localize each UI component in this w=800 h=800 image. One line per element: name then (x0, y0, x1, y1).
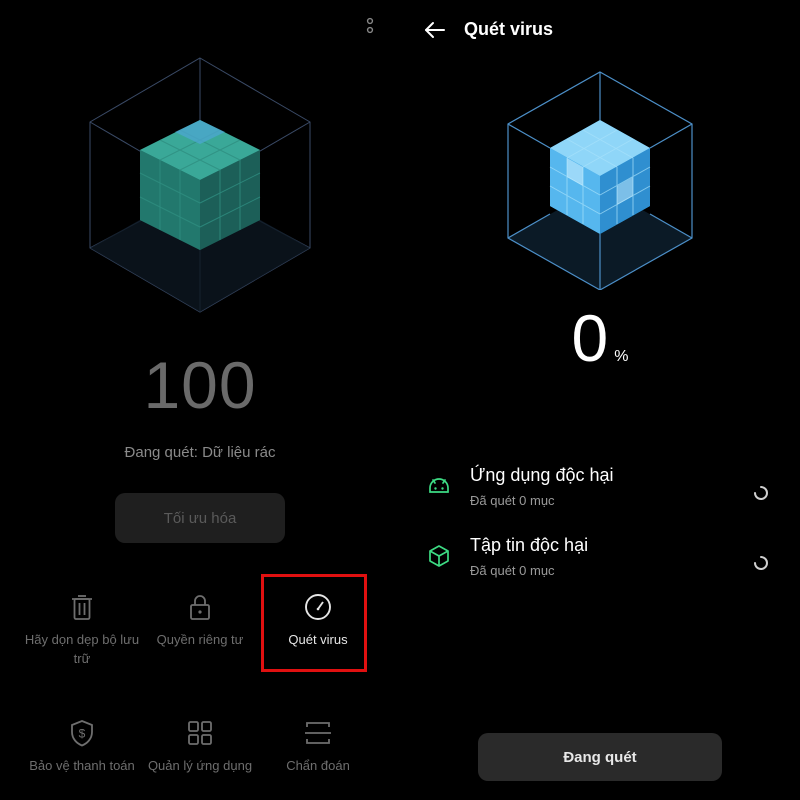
more-vertical-icon[interactable] (362, 16, 378, 38)
security-dashboard-screen: 100 Đang quét: Dữ liệu rác Tối ưu hóa Hã… (0, 0, 400, 800)
tool-privacy[interactable]: Quyền riêng tư (135, 592, 265, 649)
progress-unit: % (614, 348, 629, 365)
tool-clean-storage[interactable]: Hãy dọn dẹp bộ lưu trữ (17, 592, 147, 668)
scan-item-subtitle: Đã quét 0 mục (470, 563, 555, 578)
lock-icon (190, 595, 210, 620)
scan-item-title: Ứng dụng độc hại (470, 465, 614, 485)
virus-scan-screen: Quét virus 0% Ứng dụng độc hại Đã quét 0… (400, 0, 800, 800)
tool-label: Chẩn đoán (286, 758, 350, 773)
file-cube-icon (429, 545, 449, 567)
highlight-frame (261, 574, 367, 672)
scan-item-subtitle: Đã quét 0 mục (470, 493, 555, 508)
android-icon (429, 478, 449, 493)
tool-diagnose[interactable]: Chẩn đoán (253, 718, 383, 775)
tool-label: Quyền riêng tư (156, 632, 244, 647)
tool-label: Bảo vệ thanh toán (29, 758, 135, 773)
scanning-button[interactable]: Đang quét (478, 733, 722, 781)
tool-label: Hãy dọn dẹp bộ lưu trữ (24, 632, 140, 666)
trash-icon (72, 595, 92, 620)
apps-grid-icon (188, 721, 212, 745)
scan-progress: 0% (400, 300, 800, 376)
scan-item-malicious-files: Tập tin độc hại Đã quét 0 mục (426, 535, 786, 585)
back-arrow-icon[interactable] (424, 20, 446, 40)
scan-cube-graphic (507, 71, 693, 290)
optimize-button[interactable]: Tối ưu hóa (115, 493, 285, 543)
shield-dollar-icon: $ (71, 720, 93, 747)
progress-value: 0 (571, 301, 609, 375)
diagnose-icon (305, 722, 331, 744)
scan-status-text: Đang quét: Dữ liệu rác (124, 444, 276, 461)
page-title: Quét virus (464, 19, 554, 39)
scan-item-malicious-apps: Ứng dụng độc hại Đã quét 0 mục (426, 465, 786, 515)
scan-item-title: Tập tin độc hại (470, 535, 589, 555)
tool-app-management[interactable]: Quản lý ứng dụng (135, 718, 265, 775)
security-score: 100 (143, 348, 257, 422)
loading-spinner-icon (754, 556, 768, 570)
loading-spinner-icon (754, 486, 768, 500)
tool-label: Quản lý ứng dụng (147, 758, 253, 773)
svg-text:$: $ (79, 727, 86, 741)
security-cube-graphic (89, 57, 311, 313)
tool-payment-protection[interactable]: $ Bảo vệ thanh toán (17, 718, 147, 775)
